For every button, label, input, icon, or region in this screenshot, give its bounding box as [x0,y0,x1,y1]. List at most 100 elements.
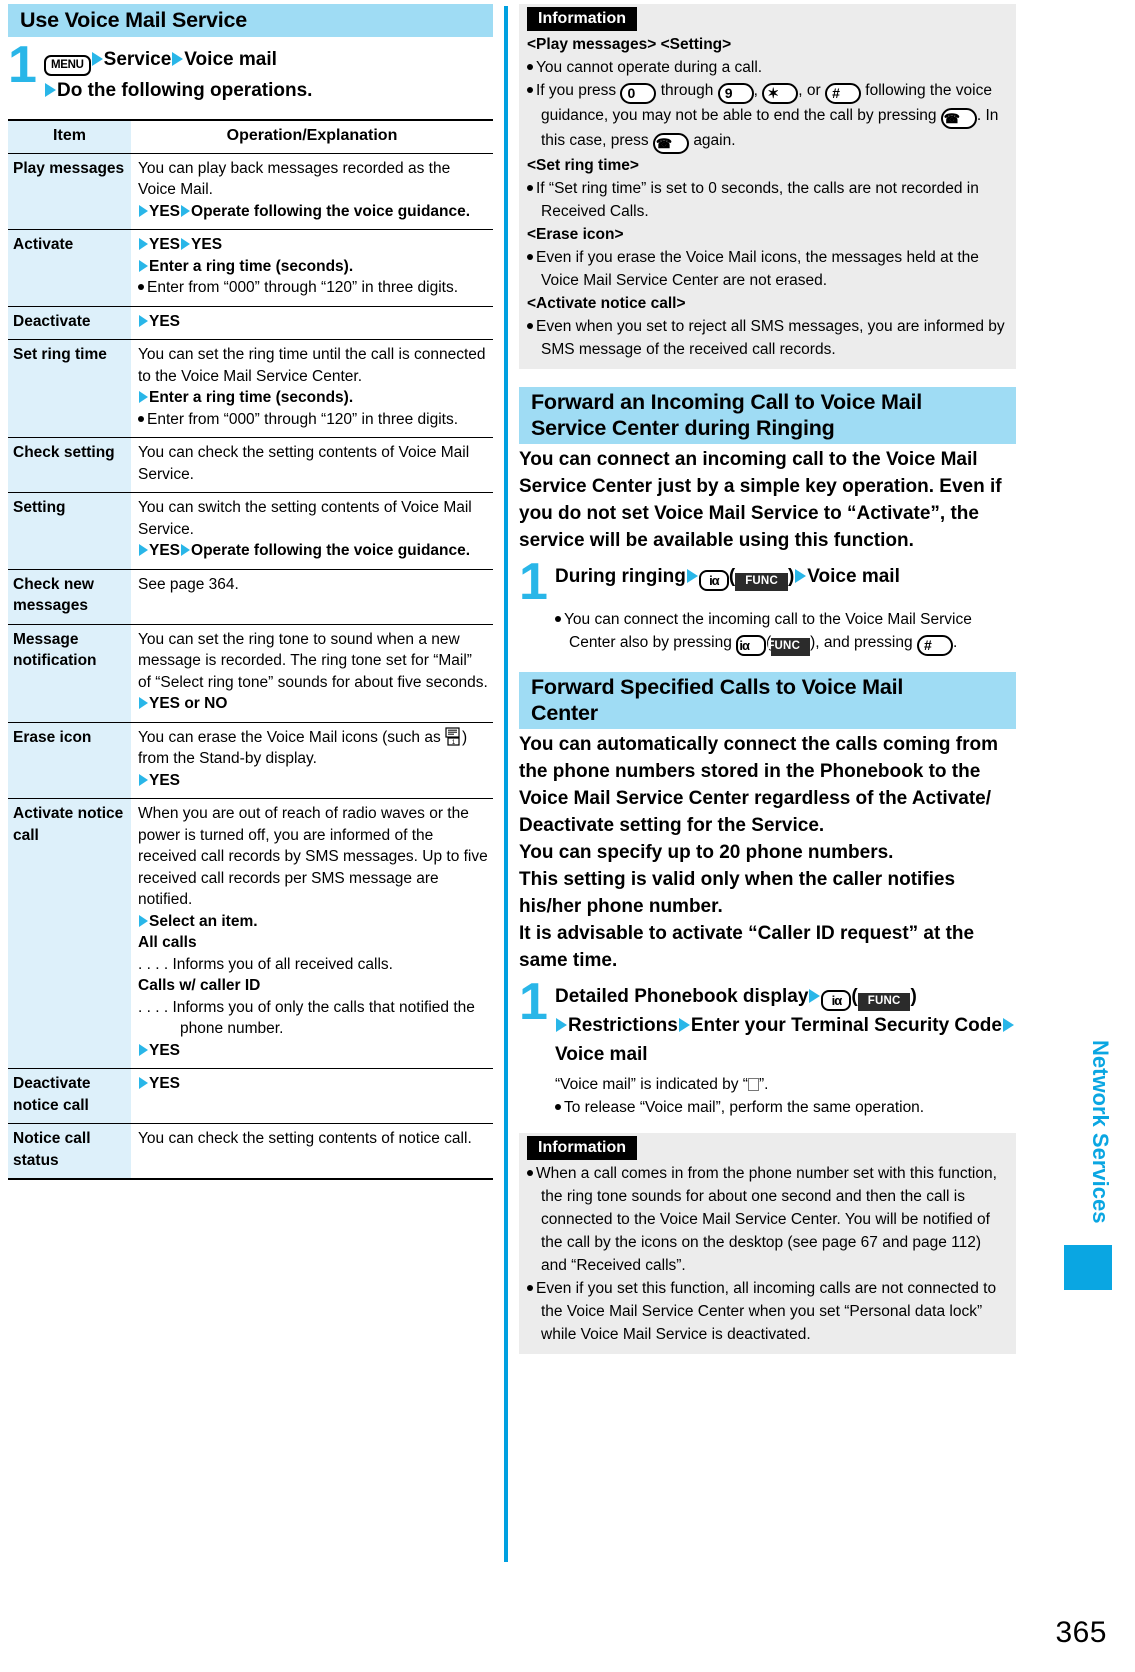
arrow-icon [678,1018,690,1032]
row-bullet-text: Enter from “000” through “120” in three … [147,410,459,428]
arrow-icon [181,544,191,556]
row-operation: When you are out of reach of radio waves… [131,798,493,1069]
step-number: 1 [519,553,548,611]
row-bullet-text: Enter from “000” through “120” in three … [147,279,459,296]
step1-line2: Do the following operations. [57,80,313,101]
row-dots-line: . . . . Informs you of only the calls th… [138,998,475,1038]
note-plain-a: “Voice mail” is indicated by “ [555,1076,748,1093]
row-dots-line: . . . . Informs you of all received call… [138,955,393,973]
arrow-icon [91,52,103,66]
step-body: MENU Service Voice mail Do the following o… [44,43,493,105]
row-action-line: YES [138,1040,489,1062]
func-badge: FUNC [857,993,911,1011]
info-bullet: If you press 0 through 9, ✶, or # follow… [527,79,1008,154]
info-bullet-text: If “Set ring time” is set to 0 seconds, … [536,180,979,220]
arrow-icon [139,314,148,327]
step-text: Detailed Phonebook display [555,986,809,1007]
info-text-d: , or [798,82,821,99]
section3-heading: Forward Specified Calls to Voice Mail Ce… [519,672,1016,729]
bullet-icon [527,185,533,191]
step-1-during-ringing: 1 During ringing iα(FUNC) Voice mail [519,553,1016,611]
arrow-icon [686,569,698,583]
row-item-label: Message notification [8,624,131,723]
table-row: Notice call status You can check the set… [8,1123,493,1180]
key-phone-icon: ☎ [653,133,689,154]
bullet-icon [527,1285,533,1291]
row-action: YES [191,236,223,253]
arrow-icon [556,1018,567,1032]
info-subheading: <Erase icon> [527,226,624,243]
arrow-icon [1002,1018,1014,1032]
bullet-icon [138,284,144,290]
table-row: Activate YES YES Enter a ring time (secon… [8,229,493,307]
row-text: You can play back messages recorded as t… [138,159,451,199]
table-header-item: Item [8,119,131,154]
arrow-icon [45,83,56,97]
row-operation: See page 364. [131,569,493,625]
table-row: Set ring time You can set the ring time … [8,339,493,438]
row-operation: You can play back messages recorded as t… [131,153,493,230]
arrow-icon [139,1077,148,1089]
key-0-icon: 0 [620,83,657,104]
imode-key-icon: iα [698,570,729,591]
info-bullet: Even if you set this function, all incom… [527,1277,1008,1346]
section2-heading: Forward an Incoming Call to Voice Mail S… [519,387,1016,444]
info-text-b: through [660,82,714,99]
info-bullet-text: You cannot operate during a call. [536,59,763,76]
note-text-c: . [952,634,958,651]
table-row: Message notification You can set the rin… [8,624,493,723]
step1-service-label: Service [103,49,172,70]
key-9-icon: 9 [717,83,754,104]
bullet-icon [527,254,533,260]
row-dots-text: Informs you of all received calls. [172,955,393,973]
note-bullet-text: To release “Voice mail”, perform the sam… [564,1099,925,1116]
func-badge: FUNC [735,573,788,591]
column-divider [493,4,519,1564]
row-action: YES [149,771,181,789]
arrow-icon [139,544,148,556]
row-dots-text: Informs you of only the calls that notif… [172,998,475,1038]
row-text: You can set the ring time until the call… [138,346,486,385]
row-text: You can set the ring tone to sound when … [138,630,488,691]
table-row: Play messages You can play back messages… [8,153,493,230]
arrow-icon [809,989,821,1003]
section2-heading-line2: Service Center during Ringing [531,416,835,440]
imode-key-icon: iα [821,990,852,1011]
side-tab-network-services: Network Services [1088,1040,1113,1224]
row-subheading: Calls w/ caller ID [138,977,261,994]
step-1-use-voice-mail: 1 MENU Service Voice mail Do the following… [8,39,493,105]
row-operation: You can check the setting contents of no… [131,1123,493,1180]
row-item-label: Activate notice call [8,798,131,1069]
info-bullet: If “Set ring time” is set to 0 seconds, … [527,177,1008,223]
bullet-icon [555,616,561,622]
table-row: Check setting You can check the setting … [8,437,493,493]
section3-heading-line2: Center [531,701,598,725]
side-tab-marker [1064,1245,1112,1290]
step1-voicemail-label: Voice mail [184,49,277,70]
bullet-icon [555,1104,561,1110]
row-action: Enter a ring time (seconds). [149,389,354,406]
row-operation: YES [131,1068,493,1124]
section2-lead: You can connect an incoming call to the … [519,449,1002,551]
key-phone-icon: ☎ [940,108,977,129]
arrow-icon [139,1043,148,1056]
bullet-icon [527,64,533,70]
step-text: Restrictions [568,1015,678,1036]
row-action: Enter a ring time (seconds). [149,257,354,275]
key-hash-icon: # [824,83,861,104]
operation-table: Item Operation/Explanation Play messages… [8,119,493,1180]
row-action: YES [149,202,181,220]
left-column: Use Voice Mail Service 1 MENU Service Voic… [8,4,493,1564]
arrow-icon [139,238,148,250]
arrow-icon [181,238,191,250]
section3-lead4: It is advisable to activate “Caller ID r… [519,923,975,971]
info-text-g: again. [693,132,736,149]
info-bullet-text: When a call comes in from the phone numb… [536,1165,997,1274]
row-item-label: Check new messages [8,569,131,625]
bullet-icon [527,1170,533,1176]
func-badge: FUNC [767,638,811,656]
row-action: Operate following the voice guidance. [191,202,471,220]
section3-heading-line1: Forward Specified Calls to Voice Mail [531,675,904,699]
bullet-icon [527,87,533,93]
row-action: YES [149,312,181,330]
